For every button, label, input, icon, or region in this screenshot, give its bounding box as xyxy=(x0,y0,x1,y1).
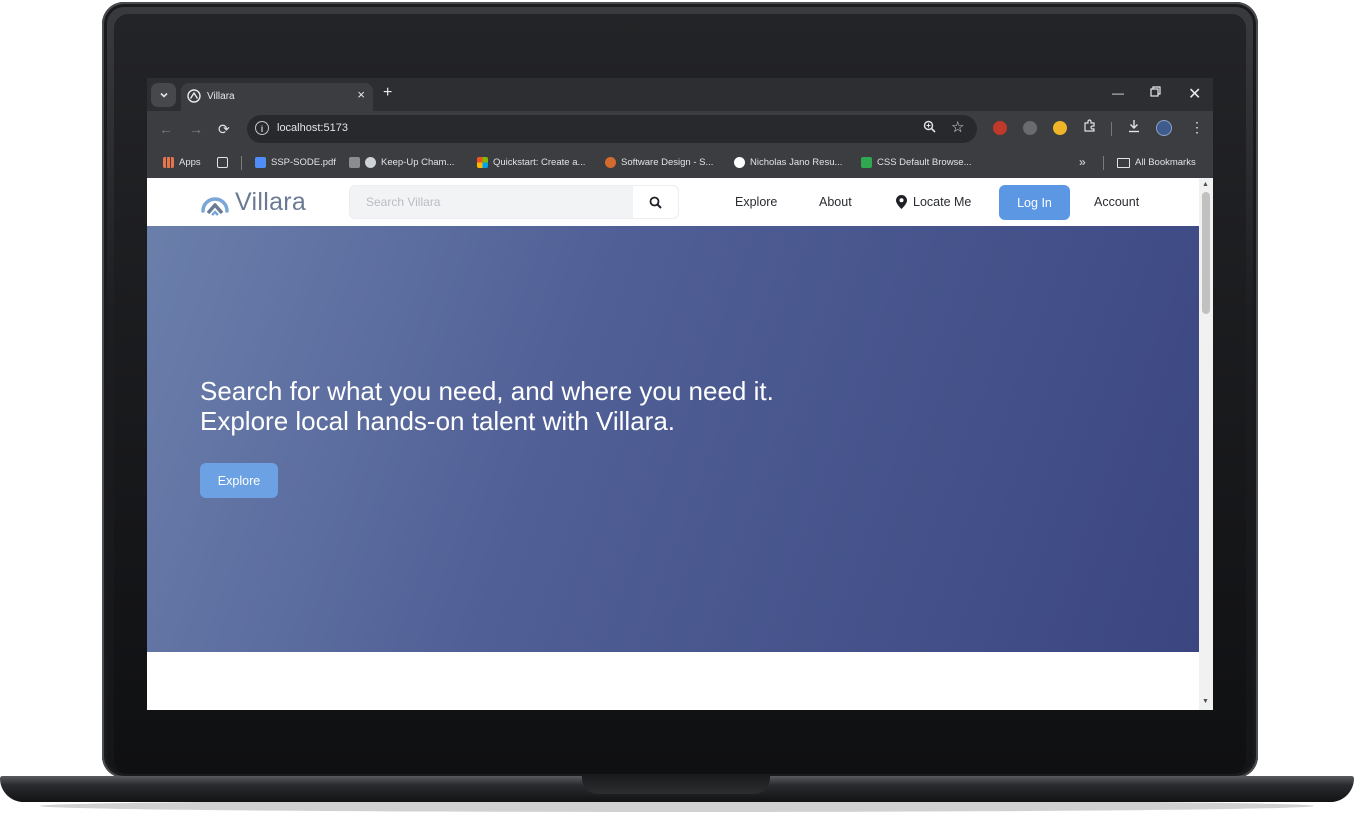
robot-extension-icon[interactable] xyxy=(1023,121,1037,135)
apps-grid-icon xyxy=(163,157,174,168)
villara-page: Villara Explore About Locate Me Log In A… xyxy=(147,178,1199,710)
crest-icon xyxy=(605,157,616,168)
villara-favicon-icon xyxy=(187,89,201,103)
microsoft-icon xyxy=(477,157,488,168)
villara-logo-icon[interactable] xyxy=(199,187,231,217)
tab-villara[interactable]: Villara × xyxy=(181,83,373,111)
browser-toolbar: ← → ⟳ i localhost:5173 ☆ ⋮ xyxy=(147,111,1213,149)
site-header: Villara Explore About Locate Me Log In A… xyxy=(147,178,1199,226)
bookmark-quickstart[interactable]: Quickstart: Create a... xyxy=(477,157,585,168)
bookmark-css-default[interactable]: CSS Default Browse... xyxy=(861,157,972,168)
hero-headline-line2: Explore local hands-on talent with Villa… xyxy=(200,406,676,436)
address-bar[interactable]: i localhost:5173 ☆ xyxy=(247,115,977,143)
close-window-icon[interactable]: ✕ xyxy=(1188,84,1201,104)
nav-locate-me-label: Locate Me xyxy=(913,195,972,209)
page-scrollbar[interactable]: ▲ ▼ xyxy=(1199,178,1213,710)
hero-explore-button[interactable]: Explore xyxy=(200,463,278,498)
bookmark-apps[interactable]: Apps xyxy=(163,157,201,168)
forward-icon[interactable]: → xyxy=(189,121,203,137)
hero-section: Search for what you need, and where you … xyxy=(147,226,1199,652)
grammarly-icon xyxy=(734,157,745,168)
close-tab-icon[interactable]: × xyxy=(357,87,365,102)
search-icon xyxy=(649,196,662,209)
minimize-icon[interactable]: — xyxy=(1112,86,1124,100)
site-info-icon[interactable]: i xyxy=(255,121,269,135)
bookmark-star-icon[interactable]: ☆ xyxy=(951,118,964,136)
logo-text[interactable]: Villara xyxy=(235,188,306,217)
tab-title: Villara xyxy=(207,91,235,102)
nav-locate-me[interactable]: Locate Me xyxy=(896,195,971,209)
more-bookmarks-icon[interactable]: » xyxy=(1079,155,1086,169)
bookmark-ssp-sode[interactable]: SSP-SODE.pdf xyxy=(255,157,336,168)
all-bookmarks[interactable]: All Bookmarks xyxy=(1117,157,1196,168)
scroll-down-icon[interactable]: ▼ xyxy=(1202,698,1209,705)
scroll-up-icon[interactable]: ▲ xyxy=(1202,181,1209,188)
reload-icon[interactable]: ⟳ xyxy=(218,121,230,138)
toolbar-divider xyxy=(1111,122,1112,136)
double-chevron-icon xyxy=(255,157,266,168)
hero-headline-line1: Search for what you need, and where you … xyxy=(200,376,774,406)
bookmark-divider xyxy=(1103,156,1104,170)
new-tab-button[interactable]: + xyxy=(383,84,392,102)
honey-extension-icon[interactable] xyxy=(1053,121,1067,135)
bookmarks-bar: Apps SSP-SODE.pdf Keep-Up Cham... Quicks… xyxy=(147,149,1213,178)
bookmark-keep-up[interactable]: Keep-Up Cham... xyxy=(349,157,454,168)
scrollbar-thumb[interactable] xyxy=(1202,192,1210,314)
gear-icon xyxy=(365,157,376,168)
folder-icon xyxy=(1117,157,1130,168)
bookmark-divider xyxy=(241,156,242,170)
restore-icon[interactable] xyxy=(1150,86,1161,100)
zoom-icon[interactable] xyxy=(923,120,936,136)
nav-account[interactable]: Account xyxy=(1094,195,1139,209)
tab-groups-icon[interactable] xyxy=(217,157,233,168)
login-button[interactable]: Log In xyxy=(999,185,1070,220)
search-button[interactable] xyxy=(633,186,678,218)
back-icon[interactable]: ← xyxy=(159,121,173,137)
download-icon[interactable] xyxy=(1127,119,1141,136)
menu-kebab-icon[interactable]: ⋮ xyxy=(1190,119,1204,136)
tab-search-button[interactable] xyxy=(151,83,176,107)
url-text: localhost:5173 xyxy=(277,122,348,134)
page-icon xyxy=(349,157,360,168)
nav-about[interactable]: About xyxy=(819,195,852,209)
search-bar xyxy=(349,185,679,219)
browser-window: Villara × + — ✕ ← → ⟳ i localhost:5173 ☆ xyxy=(147,78,1213,710)
chevron-down-icon xyxy=(159,92,168,98)
tab-strip: Villara × + — ✕ xyxy=(147,78,1213,111)
search-input[interactable] xyxy=(350,186,634,218)
extensions-puzzle-icon[interactable] xyxy=(1083,119,1097,136)
nav-explore[interactable]: Explore xyxy=(735,195,777,209)
bookmark-software-design[interactable]: Software Design - S... xyxy=(605,157,713,168)
laptop-notch xyxy=(582,776,770,794)
map-pin-icon xyxy=(896,195,907,209)
profile-avatar[interactable] xyxy=(1156,120,1172,136)
w3-icon xyxy=(861,157,872,168)
bookmark-resume[interactable]: Nicholas Jano Resu... xyxy=(734,157,842,168)
ublock-extension-icon[interactable] xyxy=(993,121,1007,135)
